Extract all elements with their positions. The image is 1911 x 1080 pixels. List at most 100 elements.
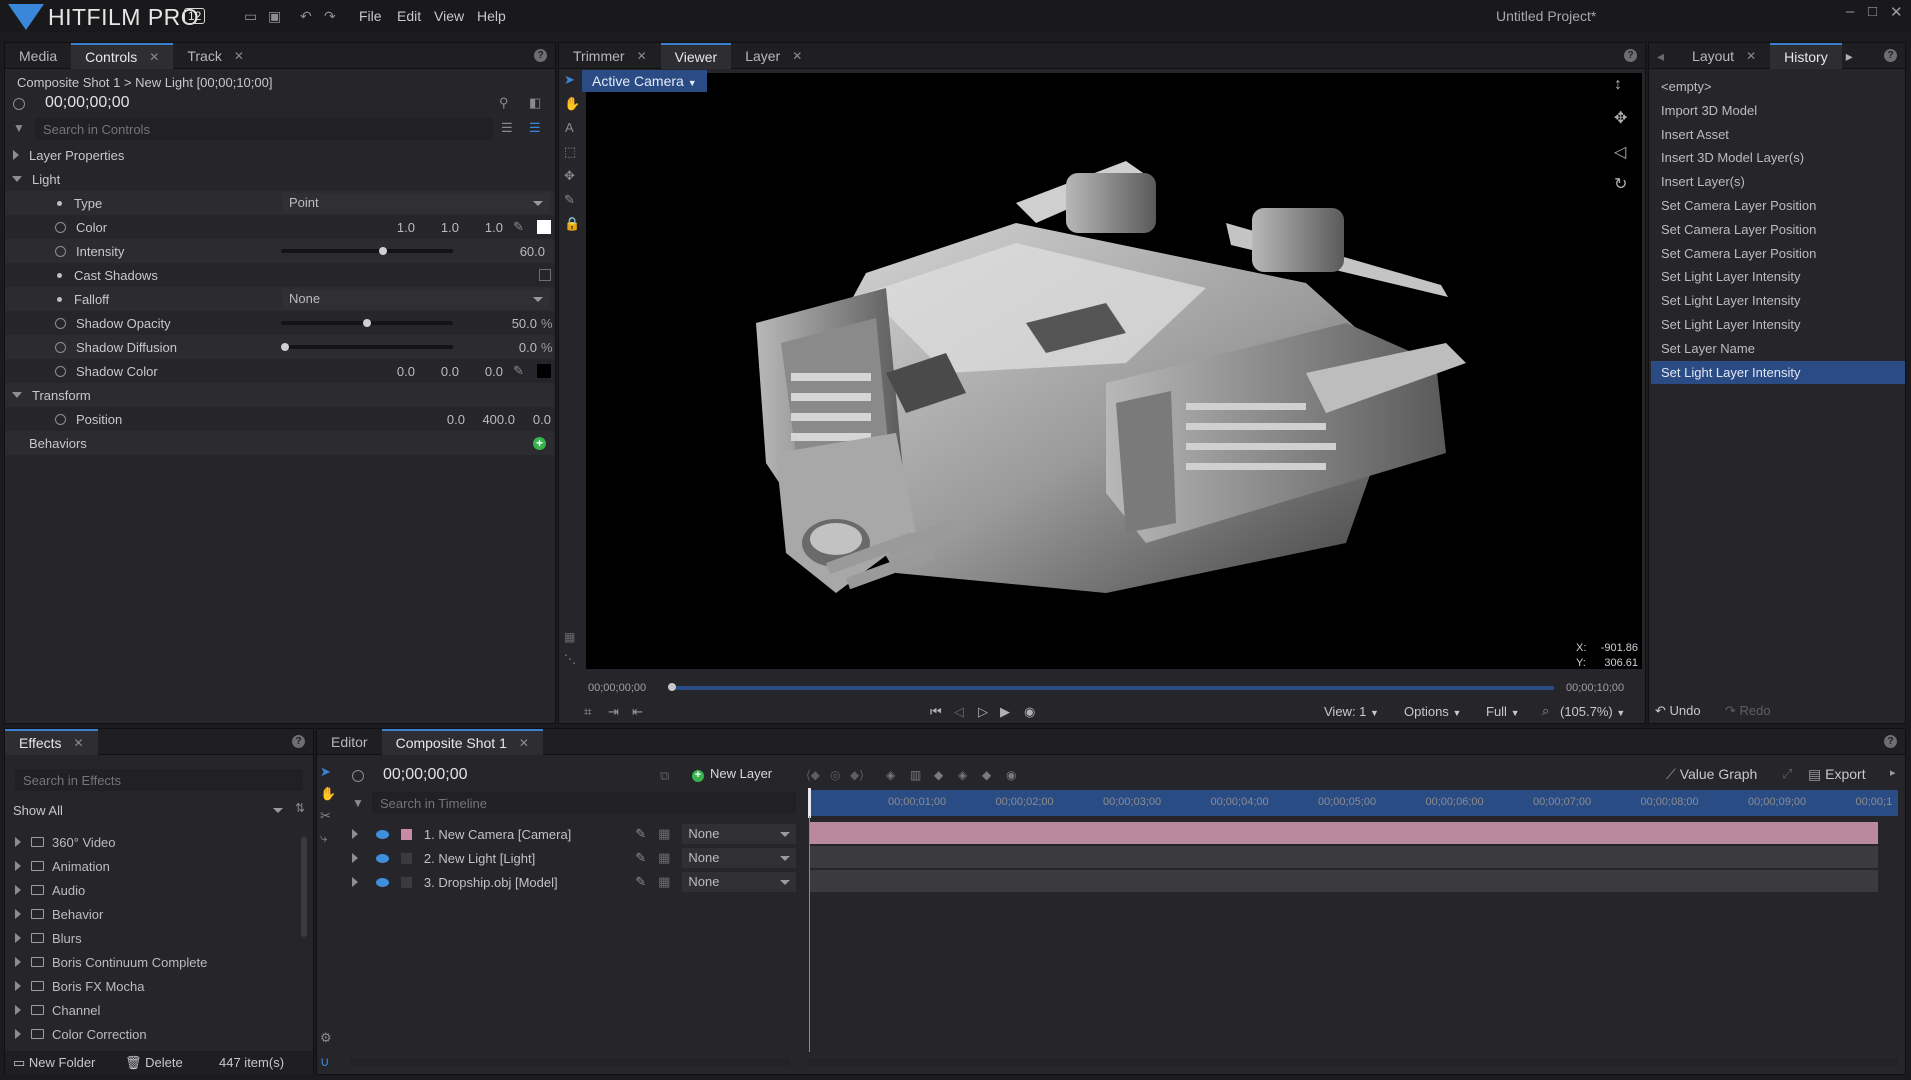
history-item[interactable]: Insert Asset [1651,123,1905,146]
timeline-hand-icon[interactable]: ✋ [320,786,336,802]
import-frame-icon[interactable]: ⇤ [632,704,643,720]
value-graph-button[interactable]: ⟋ Value Graph [1666,766,1757,783]
marker-icon[interactable]: ◆ [934,768,943,782]
keyframe-icon[interactable] [55,365,66,377]
step-forward-icon[interactable]: ▷ [978,704,988,720]
move-tool-icon[interactable]: ✥ [564,168,575,184]
undo-icon[interactable]: ↶ [300,8,312,25]
pin-icon[interactable]: ⚲ [499,95,509,111]
visibility-eye-icon[interactable] [376,877,389,887]
history-item[interactable]: Set Light Layer Intensity [1651,265,1905,288]
effects-search-input[interactable] [15,769,303,791]
skip-start-icon[interactable]: ⏮ [930,704,942,720]
open-folder-icon[interactable]: ▭ [244,8,257,25]
close-window-icon[interactable]: ✕ [1890,3,1903,21]
effects-scrollbar[interactable] [301,837,307,937]
dolly-icon[interactable]: ↕ [1614,76,1622,94]
effects-folder-item[interactable]: Blurs [15,927,82,949]
effects-folder-item[interactable]: Color Correction [15,1023,147,1045]
effects-folder-item[interactable]: Audio [15,879,85,901]
crop-icon[interactable]: ⌗ [584,704,591,720]
tab-scroll-left[interactable]: ◂ [1649,43,1678,69]
help-icon[interactable]: ? [1884,735,1897,748]
effects-folder-item[interactable]: Animation [15,855,110,877]
pen-tool-icon[interactable]: ✎ [564,192,575,208]
grid-icon[interactable]: ▦ [564,630,575,644]
zoom-cone-icon[interactable]: ◁ [1614,142,1626,162]
marker-prev-icon[interactable]: ◈ [958,768,967,782]
prev-keyframe-icon[interactable]: ⟨◆ [806,768,820,782]
mark-in-icon[interactable]: ◈ [886,768,895,782]
play-icon[interactable]: ▶ [1000,704,1010,720]
history-item[interactable]: <empty> [1651,75,1905,98]
redo-button[interactable]: ↷ Redo [1725,703,1771,719]
track-model[interactable] [810,870,1878,892]
transform-tool-icon[interactable]: ⬚ [564,144,576,160]
playhead[interactable] [808,788,811,818]
minimize-icon[interactable]: – [1846,3,1854,20]
effects-folder-item[interactable]: Channel [15,999,100,1021]
keyframe-icon[interactable] [55,317,66,329]
history-item[interactable]: Set Layer Name [1651,337,1905,360]
menu-help[interactable]: Help [477,8,506,24]
quality-dropdown[interactable]: Full ▼ [1486,704,1520,719]
help-icon[interactable]: ? [1884,49,1897,62]
parent-dropdown[interactable]: None [682,872,796,892]
maximize-icon[interactable]: □ [1868,3,1877,20]
motion-path-icon[interactable]: ⋱ [564,652,576,666]
section-layer-properties[interactable]: Layer Properties [5,143,555,167]
next-keyframe-icon[interactable]: ◆⟩ [850,768,864,782]
eyedropper-icon[interactable]: ✎ [513,363,524,379]
tab-trimmer[interactable]: Trimmer ✕ [559,43,661,69]
visibility-eye-icon[interactable] [376,829,389,839]
type-dropdown[interactable]: Point [283,193,549,213]
orbit-icon[interactable]: ↻ [1614,174,1627,194]
add-behavior-icon[interactable]: + [533,437,546,450]
color-swatch[interactable] [537,220,551,234]
options-dropdown[interactable]: Options ▼ [1404,704,1461,719]
effects-folder-item[interactable]: Boris FX Mocha [15,975,144,997]
tab-composite-shot[interactable]: Composite Shot 1 ✕ [381,729,543,755]
tab-history[interactable]: History [1770,43,1842,69]
new-folder-button[interactable]: ▭ New Folder [13,1055,95,1071]
new-layer-button[interactable]: + New Layer [692,766,772,782]
history-item[interactable]: Set Camera Layer Position [1651,218,1905,241]
keyframe-icon[interactable] [55,245,66,257]
history-item[interactable]: Set Camera Layer Position [1651,194,1905,217]
step-back-icon[interactable]: ◁ [954,704,964,720]
falloff-dropdown[interactable]: None [283,289,549,309]
save-icon[interactable]: ▣ [268,8,281,25]
help-icon[interactable]: ? [1624,49,1637,62]
tab-scroll-right[interactable]: ▸ [1842,43,1857,69]
timeline-layer-row[interactable]: 3. Dropship.obj [Model] ✎ ▦ None [340,870,796,894]
visibility-eye-icon[interactable] [376,853,389,863]
timeline-layer-row[interactable]: 2. New Light [Light] ✎ ▦ None [340,846,796,870]
section-light[interactable]: Light [5,167,555,191]
menu-edit[interactable]: Edit [397,8,421,24]
viewport-canvas[interactable] [586,73,1642,669]
tab-viewer[interactable]: Viewer [660,43,732,69]
hand-tool-icon[interactable]: ✋ [564,96,580,112]
history-item[interactable]: Set Light Layer Intensity [1651,360,1905,384]
marker-clear-icon[interactable]: ◉ [1006,768,1016,782]
layer-zoom-slider[interactable] [350,1058,790,1066]
track-camera[interactable] [810,822,1878,844]
marker-next-icon[interactable]: ◆ [982,768,991,782]
history-item[interactable]: Import 3D Model [1651,99,1905,122]
editor-timecode[interactable]: 00;00;00;00 [383,766,468,784]
undo-button[interactable]: ↶ Undo [1655,703,1701,719]
menu-file[interactable]: File [359,8,382,24]
loop-icon[interactable]: ◉ [1024,704,1035,720]
export-button[interactable]: ▤ Export [1808,766,1866,783]
keyframe-icon[interactable] [55,413,66,425]
parent-dropdown[interactable]: None [682,848,796,868]
effects-folder-item[interactable]: Behavior [15,903,103,925]
magnet-icon[interactable]: ∪ [320,1054,330,1070]
view-dropdown[interactable]: View: 1 ▼ [1324,704,1379,719]
timeline-h-scrollbar[interactable] [808,1058,1898,1066]
tab-layout[interactable]: Layout ✕ [1678,43,1770,69]
parent-dropdown[interactable]: None [682,824,796,844]
help-icon[interactable]: ? [534,49,547,62]
text-tool-icon[interactable]: A [565,120,574,135]
tab-track[interactable]: Track ✕ [173,43,258,69]
